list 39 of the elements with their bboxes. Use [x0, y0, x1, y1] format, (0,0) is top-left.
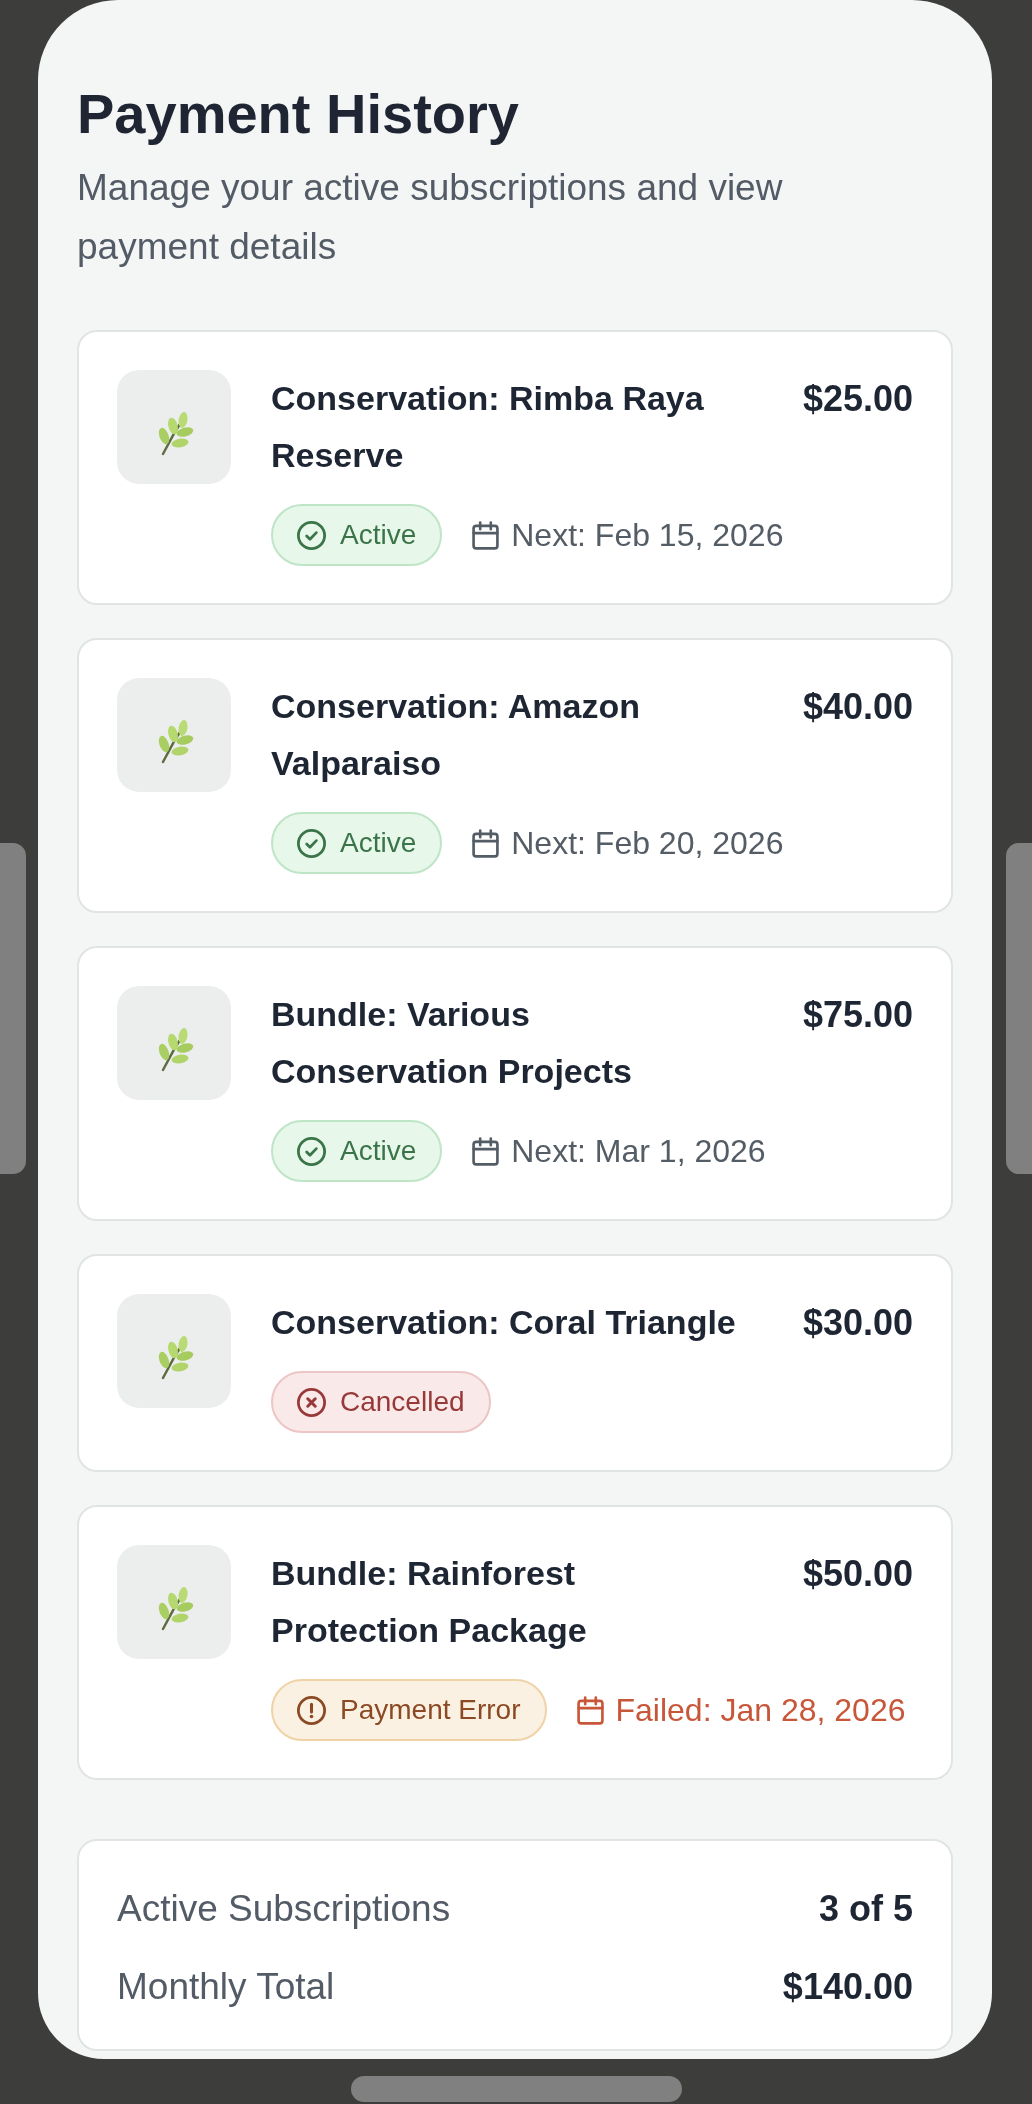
circle-check-icon — [297, 1136, 326, 1166]
leaf-icon — [117, 1294, 231, 1409]
status-text: Active — [340, 518, 417, 553]
circle-x-icon — [297, 1387, 326, 1417]
calendar-icon — [472, 520, 500, 550]
page-title: Payment History — [77, 81, 520, 147]
calendar-icon — [472, 828, 500, 858]
status-text: Active — [340, 826, 417, 861]
payment-date: Next: Mar 1, 2026 — [511, 1132, 766, 1172]
subscription-amount: $25.00 — [802, 377, 913, 422]
circle-exclamation-icon — [297, 1695, 326, 1725]
payment-date: Next: Feb 15, 2026 — [511, 516, 784, 556]
leaf-icon — [117, 370, 231, 485]
circle-check-icon — [297, 828, 326, 858]
subscription-name: Conservation: Coral Triangle — [271, 1302, 737, 1344]
calendar-icon — [472, 1136, 500, 1166]
leaf-icon — [117, 678, 231, 793]
page-subtitle: Manage your active subscriptions and view payment details — [77, 166, 784, 270]
subscription-amount: $50.00 — [802, 1552, 913, 1597]
status-text: Payment Error — [340, 1693, 521, 1728]
summary-value: 3 of 5 — [818, 1887, 913, 1932]
status-text: Cancelled — [340, 1385, 465, 1420]
payment-date: Failed: Jan 28, 2026 — [615, 1691, 906, 1731]
status-text: Active — [340, 1134, 417, 1169]
summary-label: Active Subscriptions — [117, 1887, 451, 1932]
leaf-icon — [117, 986, 231, 1101]
subscription-amount: $30.00 — [802, 1301, 913, 1346]
subscription-amount: $75.00 — [802, 993, 913, 1038]
subscription-name: Bundle: Rainforest Protection Package — [271, 1553, 588, 1652]
payment-date: Next: Feb 20, 2026 — [511, 824, 784, 864]
circle-check-icon — [297, 520, 326, 550]
subscription-amount: $40.00 — [802, 685, 913, 730]
subscription-name: Conservation: Amazon Valparaiso — [271, 686, 641, 785]
leaf-icon — [117, 1545, 231, 1660]
subscription-name: Conservation: Rimba Raya Reserve — [271, 378, 705, 477]
subscription-name: Bundle: Various Conservation Projects — [271, 994, 633, 1093]
summary-label: Monthly Total — [117, 1965, 335, 2010]
calendar-icon — [576, 1695, 604, 1725]
summary-value: $140.00 — [782, 1965, 913, 2010]
